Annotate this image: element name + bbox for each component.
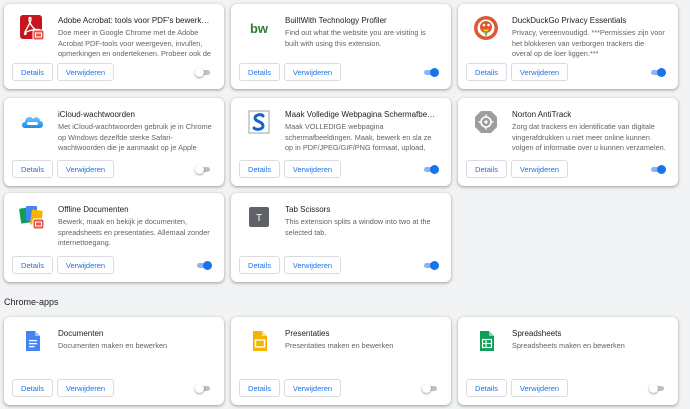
enable-toggle[interactable] [649, 384, 666, 393]
enable-toggle[interactable] [422, 384, 439, 393]
toggle-knob [430, 261, 439, 270]
details-button[interactable]: Details [12, 63, 53, 81]
toggle-knob [203, 261, 212, 270]
app-description: Spreadsheets maken en bewerken [512, 341, 625, 350]
app-name: Presentaties [285, 329, 330, 338]
details-button[interactable]: Details [12, 379, 53, 397]
enable-toggle[interactable] [195, 68, 212, 77]
details-button[interactable]: Details [239, 379, 280, 397]
svg-text:bw: bw [250, 21, 269, 36]
details-button[interactable]: Details [12, 256, 53, 274]
svg-text:T: T [256, 213, 262, 224]
tab-scissors-icon: T [245, 203, 273, 231]
extension-card-offline-docs: Offline Documenten Bewerk, maak en bekij… [4, 193, 224, 282]
enable-toggle[interactable] [422, 165, 439, 174]
remove-button[interactable]: Verwijderen [284, 63, 341, 81]
app-name: Documenten [58, 329, 104, 338]
details-button[interactable]: Details [466, 160, 507, 178]
enable-toggle[interactable] [195, 165, 212, 174]
toggle-knob [422, 384, 431, 393]
extension-name: Tab Scissors [285, 205, 331, 214]
extension-card-icloud: iCloud-wachtwoorden Met iCloud-wachtwoor… [4, 98, 224, 186]
extension-card-tab-scissors: T Tab Scissors This extension splits a w… [231, 193, 451, 282]
extension-description: Maak VOLLEDIGE webpagina schermafbeeldin… [285, 122, 432, 154]
extension-name: Norton AntiTrack [512, 110, 572, 119]
duckduckgo-icon [472, 14, 500, 42]
extension-name: Adobe Acrobat: tools voor PDF's bewerken… [58, 16, 212, 25]
toggle-knob [657, 68, 666, 77]
app-card-docs: Documenten Documenten maken en bewerken … [4, 317, 224, 405]
offline-docs-icon [18, 203, 46, 231]
details-button[interactable]: Details [12, 160, 53, 178]
remove-button[interactable]: Verwijderen [57, 63, 114, 81]
screenshot-icon [245, 108, 273, 136]
extension-card-norton-antitrack: Norton AntiTrack Zorg dat trackers en id… [458, 98, 678, 186]
enable-toggle[interactable] [422, 68, 439, 77]
remove-button[interactable]: Verwijderen [57, 160, 114, 178]
enable-toggle[interactable] [195, 261, 212, 270]
norton-antitrack-icon [472, 108, 500, 136]
remove-button[interactable]: Verwijderen [284, 256, 341, 274]
icloud-icon [18, 108, 46, 136]
chrome-apps-header: Chrome-apps [4, 297, 59, 307]
remove-button[interactable]: Verwijderen [57, 256, 114, 274]
remove-button[interactable]: Verwijderen [284, 379, 341, 397]
toggle-knob [657, 165, 666, 174]
extension-name: BuiltWith Technology Profiler [285, 16, 387, 25]
details-button[interactable]: Details [239, 256, 280, 274]
adobe-acrobat-icon [18, 14, 46, 42]
toggle-knob [430, 165, 439, 174]
toggle-knob [649, 384, 658, 393]
app-description: Presentaties maken en bewerken [285, 341, 394, 350]
extension-card-adobe-acrobat: Adobe Acrobat: tools voor PDF's bewerken… [4, 4, 224, 89]
toggle-knob [195, 384, 204, 393]
extension-description: Bewerk, maak en bekijk je documenten, sp… [58, 217, 210, 247]
details-button[interactable]: Details [239, 160, 280, 178]
remove-button[interactable]: Verwijderen [57, 379, 114, 397]
toggle-knob [195, 165, 204, 174]
extension-description: Met iCloud-wachtwoorden gebruik je in Ch… [58, 122, 212, 154]
extension-card-duckduckgo: DuckDuckGo Privacy Essentials Privacy, v… [458, 4, 678, 89]
google-docs-icon [18, 327, 46, 355]
enable-toggle[interactable] [649, 165, 666, 174]
remove-button[interactable]: Verwijderen [284, 160, 341, 178]
remove-button[interactable]: Verwijderen [511, 379, 568, 397]
extension-card-screenshot: Maak Volledige Webpagina Schermafbeeldin… [231, 98, 451, 186]
google-slides-icon [245, 327, 273, 355]
extension-name: Maak Volledige Webpagina Schermafbeeldin… [285, 110, 439, 119]
app-description: Documenten maken en bewerken [58, 341, 168, 350]
app-card-slides: Presentaties Presentaties maken en bewer… [231, 317, 451, 405]
extension-description: Doe meer in Google Chrome met de Adobe A… [58, 28, 211, 58]
enable-toggle[interactable] [422, 261, 439, 270]
app-name: Spreadsheets [512, 329, 562, 338]
details-button[interactable]: Details [466, 379, 507, 397]
extension-name: DuckDuckGo Privacy Essentials [512, 16, 627, 25]
extension-description: This extension splits a window into two … [285, 217, 431, 237]
google-sheets-icon [472, 327, 500, 355]
toggle-knob [430, 68, 439, 77]
details-button[interactable]: Details [466, 63, 507, 81]
extension-name: Offline Documenten [58, 205, 129, 214]
extension-description: Privacy, vereenvoudigd. ***Permissies zi… [512, 28, 665, 58]
details-button[interactable]: Details [239, 63, 280, 81]
builtwith-icon: bw [245, 14, 273, 42]
extension-description: Zorg dat trackers en identificatie van d… [512, 122, 666, 152]
extension-card-builtwith: bw BuiltWith Technology Profiler Find ou… [231, 4, 451, 89]
extension-description: Find out what the website you are visiti… [285, 28, 426, 48]
remove-button[interactable]: Verwijderen [511, 160, 568, 178]
extension-name: iCloud-wachtwoorden [58, 110, 135, 119]
enable-toggle[interactable] [649, 68, 666, 77]
toggle-knob [195, 68, 204, 77]
remove-button[interactable]: Verwijderen [511, 63, 568, 81]
app-card-sheets: Spreadsheets Spreadsheets maken en bewer… [458, 317, 678, 405]
enable-toggle[interactable] [195, 384, 212, 393]
